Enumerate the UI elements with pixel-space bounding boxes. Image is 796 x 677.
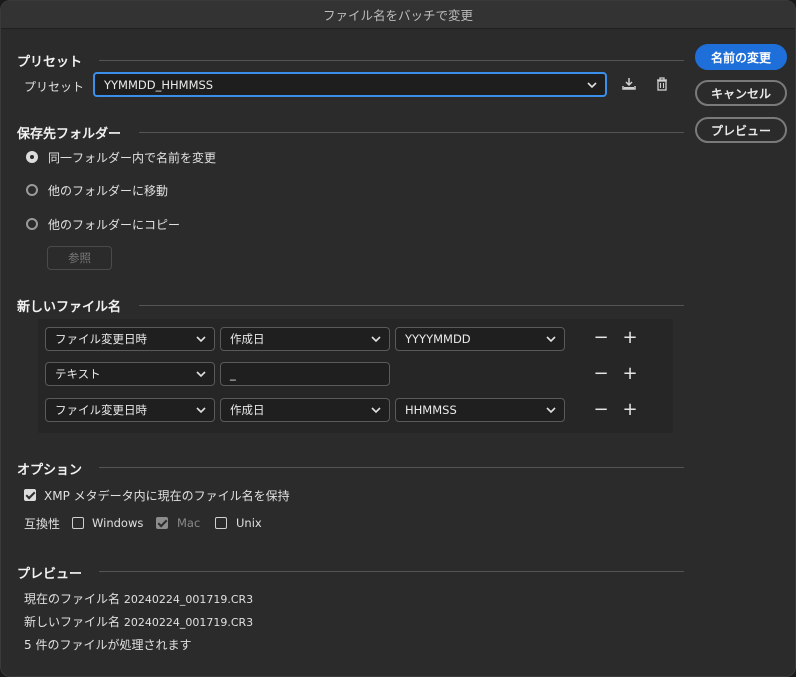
preview-button[interactable]: プレビュー (695, 117, 787, 143)
row3-remove-button[interactable]: − (593, 401, 609, 419)
preserve-xmp-checkbox[interactable] (24, 489, 36, 501)
current-filename-value: 20240224_001719.CR3 (123, 593, 254, 606)
mac-label: Mac (177, 516, 201, 530)
chevron-down-icon (546, 336, 556, 343)
batch-rename-dialog: ファイル名をバッチで変更 名前の変更 キャンセル プレビュー プリセット プリセ… (0, 0, 796, 677)
chevron-down-icon (371, 336, 381, 343)
title-bar: ファイル名をバッチで変更 (1, 1, 795, 29)
windows-label: Windows (92, 516, 144, 530)
radio-move-to-folder[interactable] (26, 184, 38, 196)
preset-select[interactable]: YYMMDD_HHMMSS (93, 72, 607, 97)
browse-button[interactable]: 参照 (47, 246, 112, 270)
row3-type-value: ファイル変更日時 (55, 403, 147, 417)
row1-field-value: 作成日 (230, 332, 265, 346)
radio-label-copy-to-folder: 他のフォルダーにコピー (48, 218, 181, 232)
unix-label: Unix (236, 516, 262, 530)
row2-remove-button[interactable]: − (593, 365, 609, 383)
window-title: ファイル名をバッチで変更 (322, 8, 473, 23)
row2-type-value: テキスト (55, 367, 101, 381)
row1-type-value: ファイル変更日時 (55, 332, 147, 346)
new-filename-value: 20240224_001719.CR3 (123, 616, 254, 629)
row3-format-select[interactable]: HHMMSS (395, 398, 565, 422)
preview-section-title: プレビュー (17, 567, 83, 582)
row3-field-value: 作成日 (230, 403, 265, 417)
section-divider (139, 132, 684, 133)
preset-section-title: プリセット (17, 55, 83, 70)
unix-checkbox[interactable] (215, 517, 227, 529)
row1-type-select[interactable]: ファイル変更日時 (45, 327, 215, 351)
radio-rename-in-place[interactable] (26, 151, 38, 163)
preset-label: プリセット (24, 80, 85, 94)
preview-new-row: 新しいファイル名 20240224_001719.CR3 (24, 613, 253, 630)
preset-value: YYMMDD_HHMMSS (104, 77, 214, 92)
section-divider (99, 467, 684, 468)
current-filename-label: 現在のファイル名 (24, 592, 121, 606)
row3-field-select[interactable]: 作成日 (220, 398, 390, 422)
chevron-down-icon (587, 82, 597, 89)
radio-copy-to-folder[interactable] (26, 218, 38, 230)
save-preset-icon[interactable] (620, 75, 638, 93)
row2-add-button[interactable]: + (622, 365, 638, 383)
row1-remove-button[interactable]: − (593, 329, 609, 347)
row2-text-value: _ (230, 367, 236, 381)
row2-type-select[interactable]: テキスト (45, 362, 215, 386)
radio-label-move-to-folder: 他のフォルダーに移動 (48, 184, 169, 198)
section-divider (99, 60, 684, 61)
section-divider (99, 571, 684, 572)
section-divider (139, 305, 684, 306)
row3-add-button[interactable]: + (622, 401, 638, 419)
options-section-title: オプション (17, 463, 83, 478)
file-count-text: 5 件のファイルが処理されます (24, 638, 192, 652)
row1-format-value: YYYYMMDD (405, 332, 471, 346)
row1-field-select[interactable]: 作成日 (220, 327, 390, 351)
chevron-down-icon (546, 407, 556, 414)
destination-section-title: 保存先フォルダー (17, 127, 122, 142)
rename-button[interactable]: 名前の変更 (695, 44, 787, 70)
trash-icon[interactable] (653, 75, 671, 93)
cancel-button[interactable]: キャンセル (695, 80, 787, 106)
new-filename-label: 新しいファイル名 (24, 615, 121, 629)
row3-format-value: HHMMSS (405, 403, 457, 417)
preserve-xmp-label: XMP メタデータ内に現在のファイル名を保持 (44, 489, 290, 503)
row1-add-button[interactable]: + (622, 329, 638, 347)
radio-label-rename-in-place: 同一フォルダー内で名前を変更 (48, 151, 217, 165)
row1-format-select[interactable]: YYYYMMDD (395, 327, 565, 351)
windows-checkbox[interactable] (72, 517, 84, 529)
chevron-down-icon (196, 336, 206, 343)
new-filename-section-title: 新しいファイル名 (17, 300, 122, 315)
chevron-down-icon (196, 371, 206, 378)
mac-checkbox (156, 517, 168, 529)
chevron-down-icon (196, 407, 206, 414)
compat-label: 互換性 (24, 517, 61, 531)
preview-current-row: 現在のファイル名 20240224_001719.CR3 (24, 590, 253, 607)
row3-type-select[interactable]: ファイル変更日時 (45, 398, 215, 422)
row2-text-input[interactable]: _ (220, 362, 390, 386)
chevron-down-icon (371, 407, 381, 414)
